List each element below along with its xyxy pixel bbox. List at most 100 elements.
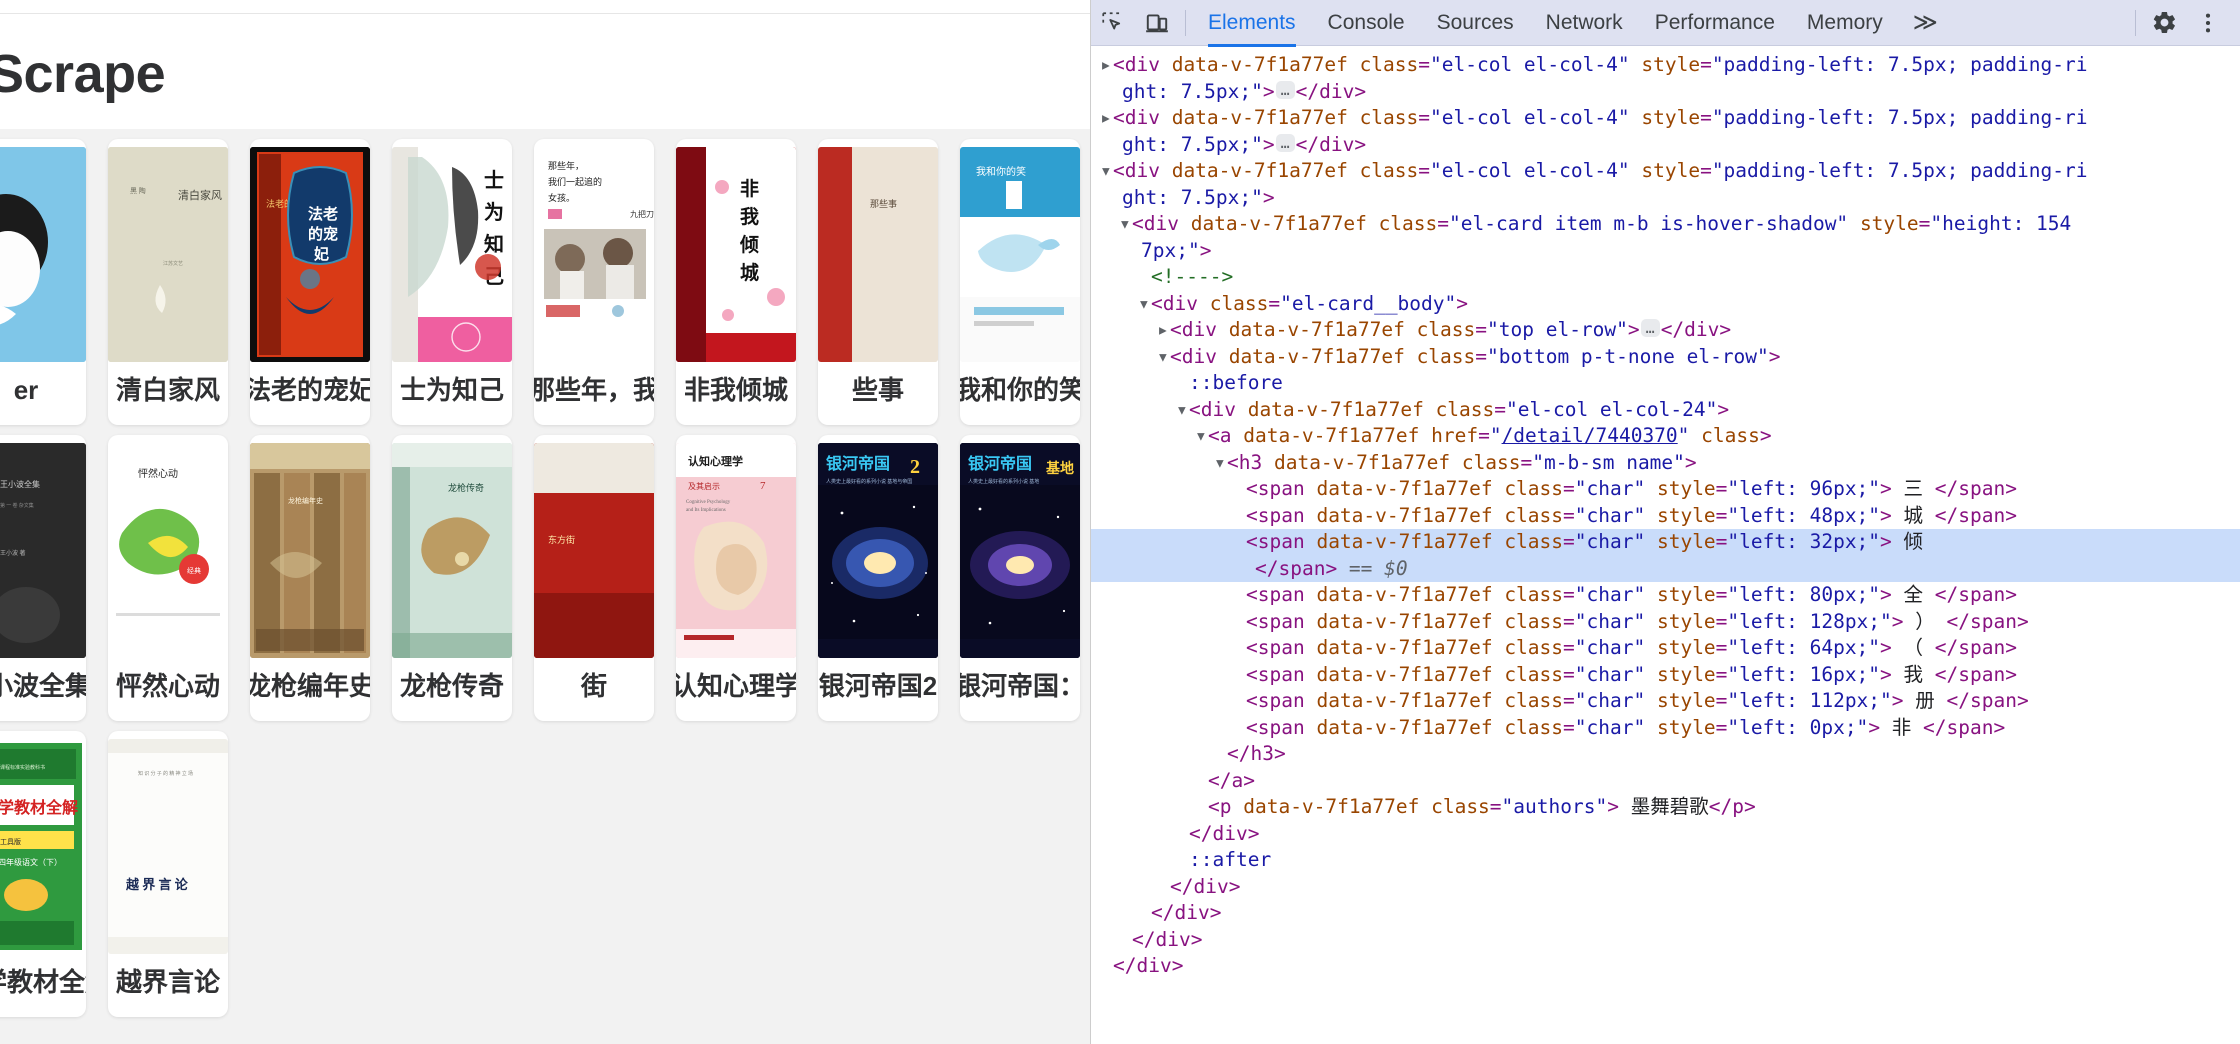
book-cover-image[interactable]: 义务教育课程标准实验教科书 小学教材全解 工具版 四年级语文（下） bbox=[0, 739, 86, 954]
book-card[interactable]: 那些年， 我们一起追的 女孩。 九把刀 那些年，我 bbox=[534, 139, 654, 425]
dom-tree-line[interactable]: ▸<div data-v-7f1a77ef class="top el-row"… bbox=[1091, 317, 2240, 344]
dom-tree-line[interactable]: </span> == $0 bbox=[1091, 555, 2240, 582]
dom-tree-line[interactable]: ::before bbox=[1091, 370, 2240, 397]
book-card[interactable]: 龙枪传奇 龙枪传奇 bbox=[392, 435, 512, 721]
book-cover-image[interactable]: 知 识 分 子 的 精 神 立 场 越 界 言 论 bbox=[108, 739, 228, 954]
device-toolbar-icon[interactable] bbox=[1135, 1, 1179, 45]
book-title[interactable]: 银河帝国2 bbox=[818, 666, 938, 706]
dom-tree-line[interactable]: ▾<div data-v-7f1a77ef class="el-col el-c… bbox=[1091, 397, 2240, 424]
book-card[interactable]: 认知心理学 及其启示 7 Cognitive Psychology and It… bbox=[676, 435, 796, 721]
book-title[interactable]: 怦然心动 bbox=[108, 666, 228, 706]
tab-sources[interactable]: Sources bbox=[1421, 1, 1530, 45]
dom-tree-line[interactable]: <span data-v-7f1a77ef class="char" style… bbox=[1091, 529, 2240, 556]
book-card[interactable]: 知 识 分 子 的 精 神 立 场 越 界 言 论 越界言论 bbox=[108, 731, 228, 1017]
dom-tree-line[interactable]: <!----> bbox=[1091, 264, 2240, 291]
book-title[interactable]: 王小波全集 bbox=[0, 666, 86, 706]
dom-tree-line[interactable]: </div> bbox=[1091, 874, 2240, 901]
book-card[interactable]: er bbox=[0, 139, 86, 425]
dom-tree-line[interactable]: </a> bbox=[1091, 768, 2240, 795]
book-card[interactable]: 清白家风 黑 陶 江苏文艺清白家风 bbox=[108, 139, 228, 425]
dom-tree-line[interactable]: ▾<div data-v-7f1a77ef class="el-card ite… bbox=[1091, 211, 2240, 238]
tab-elements[interactable]: Elements bbox=[1192, 1, 1312, 45]
dom-tree-line[interactable]: </div> bbox=[1091, 821, 2240, 848]
book-title[interactable]: 小学教材全解 bbox=[0, 962, 86, 1002]
book-title[interactable]: 那些年，我 bbox=[534, 370, 654, 410]
book-cover-image[interactable]: 那些事 bbox=[818, 147, 938, 362]
expand-ellipsis-icon[interactable]: … bbox=[1275, 133, 1295, 152]
inspect-element-icon[interactable] bbox=[1091, 1, 1135, 45]
dom-tree-line[interactable]: ght: 7.5px;"> bbox=[1091, 185, 2240, 212]
dom-tree-line[interactable]: <span data-v-7f1a77ef class="char" style… bbox=[1091, 503, 2240, 530]
dom-tree-line[interactable]: ▾<a data-v-7f1a77ef href="/detail/744037… bbox=[1091, 423, 2240, 450]
book-title[interactable]: 士为知己 bbox=[392, 370, 512, 410]
book-cover-image[interactable]: 龙枪传奇 bbox=[392, 443, 512, 658]
expand-ellipsis-icon[interactable]: … bbox=[1275, 80, 1295, 99]
tab-console[interactable]: Console bbox=[1312, 1, 1421, 45]
book-title[interactable]: 非我倾城 bbox=[676, 370, 796, 410]
dom-tree-line[interactable]: <span data-v-7f1a77ef class="char" style… bbox=[1091, 609, 2240, 636]
book-title[interactable]: 银河帝国： bbox=[960, 666, 1080, 706]
book-cover-image[interactable] bbox=[0, 147, 86, 362]
book-cover-image[interactable]: 怦然心动 经典 bbox=[108, 443, 228, 658]
book-title[interactable]: 街 bbox=[534, 666, 654, 706]
book-title[interactable]: 越界言论 bbox=[108, 962, 228, 1002]
dom-tree-line[interactable]: </h3> bbox=[1091, 741, 2240, 768]
book-card[interactable]: 王小波全集 第 一 卷 杂文集 王小波 著 王小波全集 bbox=[0, 435, 86, 721]
book-cover-image[interactable]: 东方街 bbox=[534, 443, 654, 658]
dom-tree-line[interactable]: ::after bbox=[1091, 847, 2240, 874]
book-cover-image[interactable]: 银河帝国 基地 人类史上最好看的系列小说 基地 bbox=[960, 443, 1080, 658]
book-cover-image[interactable]: 清白家风 黑 陶 江苏文艺 bbox=[108, 147, 228, 362]
dom-tree-line[interactable]: ▾<div data-v-7f1a77ef class="bottom p-t-… bbox=[1091, 344, 2240, 371]
dom-tree-line[interactable]: <span data-v-7f1a77ef class="char" style… bbox=[1091, 476, 2240, 503]
book-cover-image[interactable]: 那些年， 我们一起追的 女孩。 九把刀 bbox=[534, 147, 654, 362]
book-cover-image[interactable]: 法老的宠妃 法老 的宠 妃 bbox=[250, 147, 370, 362]
book-card[interactable]: 怦然心动 经典 怦然心动 bbox=[108, 435, 228, 721]
book-card[interactable]: 我和你的笑 我和你的笑 bbox=[960, 139, 1080, 425]
tab-performance[interactable]: Performance bbox=[1639, 1, 1791, 45]
chevron-double-right-icon[interactable]: ≫ bbox=[1899, 1, 1949, 45]
dom-tree-line[interactable]: <span data-v-7f1a77ef class="char" style… bbox=[1091, 635, 2240, 662]
book-card[interactable]: 银河帝国 2 人类史上最好看的系列小说 基地与帝国 银河帝国2 bbox=[818, 435, 938, 721]
dom-tree-line[interactable]: </div> bbox=[1091, 900, 2240, 927]
dom-tree-line[interactable]: <span data-v-7f1a77ef class="char" style… bbox=[1091, 582, 2240, 609]
dom-tree-line[interactable]: <p data-v-7f1a77ef class="authors"> 墨舞碧歌… bbox=[1091, 794, 2240, 821]
book-card[interactable]: 银河帝国 基地 人类史上最好看的系列小说 基地 银河帝国： bbox=[960, 435, 1080, 721]
book-cover-image[interactable]: 王小波全集 第 一 卷 杂文集 王小波 著 bbox=[0, 443, 86, 658]
gear-icon[interactable] bbox=[2142, 1, 2186, 45]
dom-tree-line[interactable]: 7px;"> bbox=[1091, 238, 2240, 265]
book-card[interactable]: 义务教育课程标准实验教科书 小学教材全解 工具版 四年级语文（下） 小学教材全解 bbox=[0, 731, 86, 1017]
dom-tree-line[interactable]: ▸<div data-v-7f1a77ef class="el-col el-c… bbox=[1091, 52, 2240, 79]
more-vertical-icon[interactable] bbox=[2186, 1, 2230, 45]
dom-tree-line[interactable]: ght: 7.5px;">… </div> bbox=[1091, 132, 2240, 159]
book-cover-image[interactable]: 非 我 倾 城 bbox=[676, 147, 796, 362]
book-title[interactable]: 清白家风 bbox=[108, 370, 228, 410]
book-title[interactable]: 法老的宠妃 bbox=[250, 370, 370, 410]
expand-ellipsis-icon[interactable]: … bbox=[1640, 319, 1660, 337]
dom-tree-line[interactable]: ght: 7.5px;">… </div> bbox=[1091, 79, 2240, 106]
tab-network[interactable]: Network bbox=[1530, 1, 1639, 45]
dom-tree-line[interactable]: ▾<div data-v-7f1a77ef class="el-col el-c… bbox=[1091, 158, 2240, 185]
dom-tree-line[interactable]: ▸<div data-v-7f1a77ef class="el-col el-c… bbox=[1091, 105, 2240, 132]
dom-tree-line[interactable]: <span data-v-7f1a77ef class="char" style… bbox=[1091, 715, 2240, 742]
book-card[interactable]: 龙枪编年史 龙枪编年史 bbox=[250, 435, 370, 721]
book-cover-image[interactable]: 银河帝国 2 人类史上最好看的系列小说 基地与帝国 bbox=[818, 443, 938, 658]
book-cover-image[interactable]: 我和你的笑 bbox=[960, 147, 1080, 362]
book-card[interactable]: 士 为 知 己 士为知己 bbox=[392, 139, 512, 425]
book-card[interactable]: 东方街 街 bbox=[534, 435, 654, 721]
book-title[interactable]: er bbox=[0, 370, 86, 410]
book-cover-image[interactable]: 龙枪编年史 bbox=[250, 443, 370, 658]
dom-tree-line[interactable]: <span data-v-7f1a77ef class="char" style… bbox=[1091, 662, 2240, 689]
book-title[interactable]: 我和你的笑 bbox=[960, 370, 1080, 410]
book-cover-image[interactable]: 认知心理学 及其启示 7 Cognitive Psychology and It… bbox=[676, 443, 796, 658]
book-card[interactable]: 法老的宠妃 法老 的宠 妃 法老的宠妃 bbox=[250, 139, 370, 425]
dom-tree-line[interactable]: <span data-v-7f1a77ef class="char" style… bbox=[1091, 688, 2240, 715]
dom-tree-line[interactable]: ▾<h3 data-v-7f1a77ef class="m-b-sm name"… bbox=[1091, 450, 2240, 477]
book-title[interactable]: 些事 bbox=[818, 370, 938, 410]
dom-tree[interactable]: ▸<div data-v-7f1a77ef class="el-col el-c… bbox=[1091, 46, 2240, 1044]
dom-tree-line[interactable]: </div> bbox=[1091, 953, 2240, 980]
tab-memory[interactable]: Memory bbox=[1791, 1, 1899, 45]
book-title[interactable]: 认知心理学 bbox=[676, 666, 796, 706]
dom-tree-line[interactable]: </div> bbox=[1091, 927, 2240, 954]
book-card[interactable]: 那些事 些事 bbox=[818, 139, 938, 425]
dom-tree-line[interactable]: ▾<div class="el-card__body"> bbox=[1091, 291, 2240, 318]
